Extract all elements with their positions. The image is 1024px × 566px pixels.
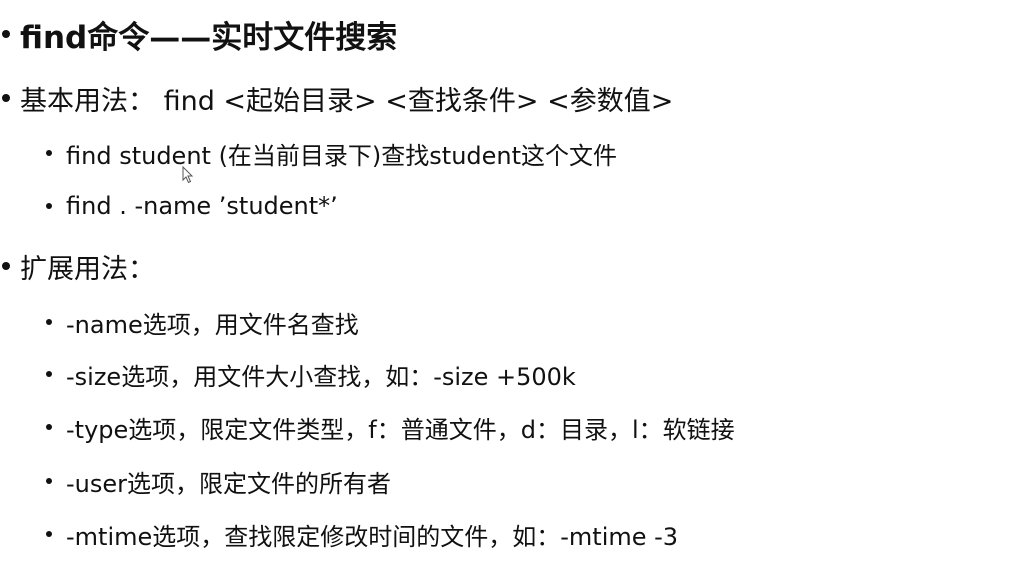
extended-item-text: -mtime选项，查找限定修改时间的文件，如：-mtime -3 [66, 522, 679, 551]
bullet [46, 371, 52, 377]
mouse-cursor-icon [182, 166, 194, 184]
bullet [2, 30, 10, 38]
extended-item-5: -mtime选项，查找限定修改时间的文件，如：-mtime -3 [46, 518, 679, 551]
bullet [46, 150, 52, 156]
slide-title: find命令——实时文件搜索 [20, 19, 398, 56]
extended-item-3: -type选项，限定文件类型，f：普通文件，d：目录，l：软链接 [46, 411, 735, 444]
extended-usage-row: 扩展用法： [2, 248, 155, 285]
slide: find命令——实时文件搜索 基本用法： find <起始目录> <查找条件> … [0, 0, 1024, 566]
extended-item-text: -user选项，限定文件的所有者 [66, 469, 392, 498]
bullet [2, 94, 10, 102]
basic-example-2: find . -name ’student*’ [46, 190, 338, 222]
title-row: find命令——实时文件搜索 [2, 14, 398, 56]
basic-example-text: find . -name ’student*’ [66, 192, 338, 220]
bullet [46, 531, 52, 537]
basic-example-1: find student (在当前目录下)查找student这个文件 [46, 137, 618, 170]
bullet [46, 319, 52, 325]
basic-usage-row: 基本用法： find <起始目录> <查找条件> <参数值> [2, 80, 674, 117]
extended-item-4: -user选项，限定文件的所有者 [46, 465, 392, 498]
extended-item-1: -name选项，用文件名查找 [46, 306, 359, 339]
extended-usage-heading: 扩展用法： [20, 253, 155, 285]
bullet [46, 478, 52, 484]
extended-item-text: -name选项，用文件名查找 [66, 310, 359, 339]
extended-item-text: -type选项，限定文件类型，f：普通文件，d：目录，l：软链接 [66, 415, 735, 444]
basic-example-text: find student (在当前目录下)查找student这个文件 [66, 141, 618, 170]
bullet [46, 424, 52, 430]
bullet [46, 203, 52, 209]
extended-item-2: -size选项，用文件大小查找，如：-size +500k [46, 358, 576, 391]
basic-usage-heading: 基本用法： find <起始目录> <查找条件> <参数值> [20, 85, 674, 117]
extended-item-text: -size选项，用文件大小查找，如：-size +500k [66, 362, 576, 391]
bullet [2, 262, 10, 270]
